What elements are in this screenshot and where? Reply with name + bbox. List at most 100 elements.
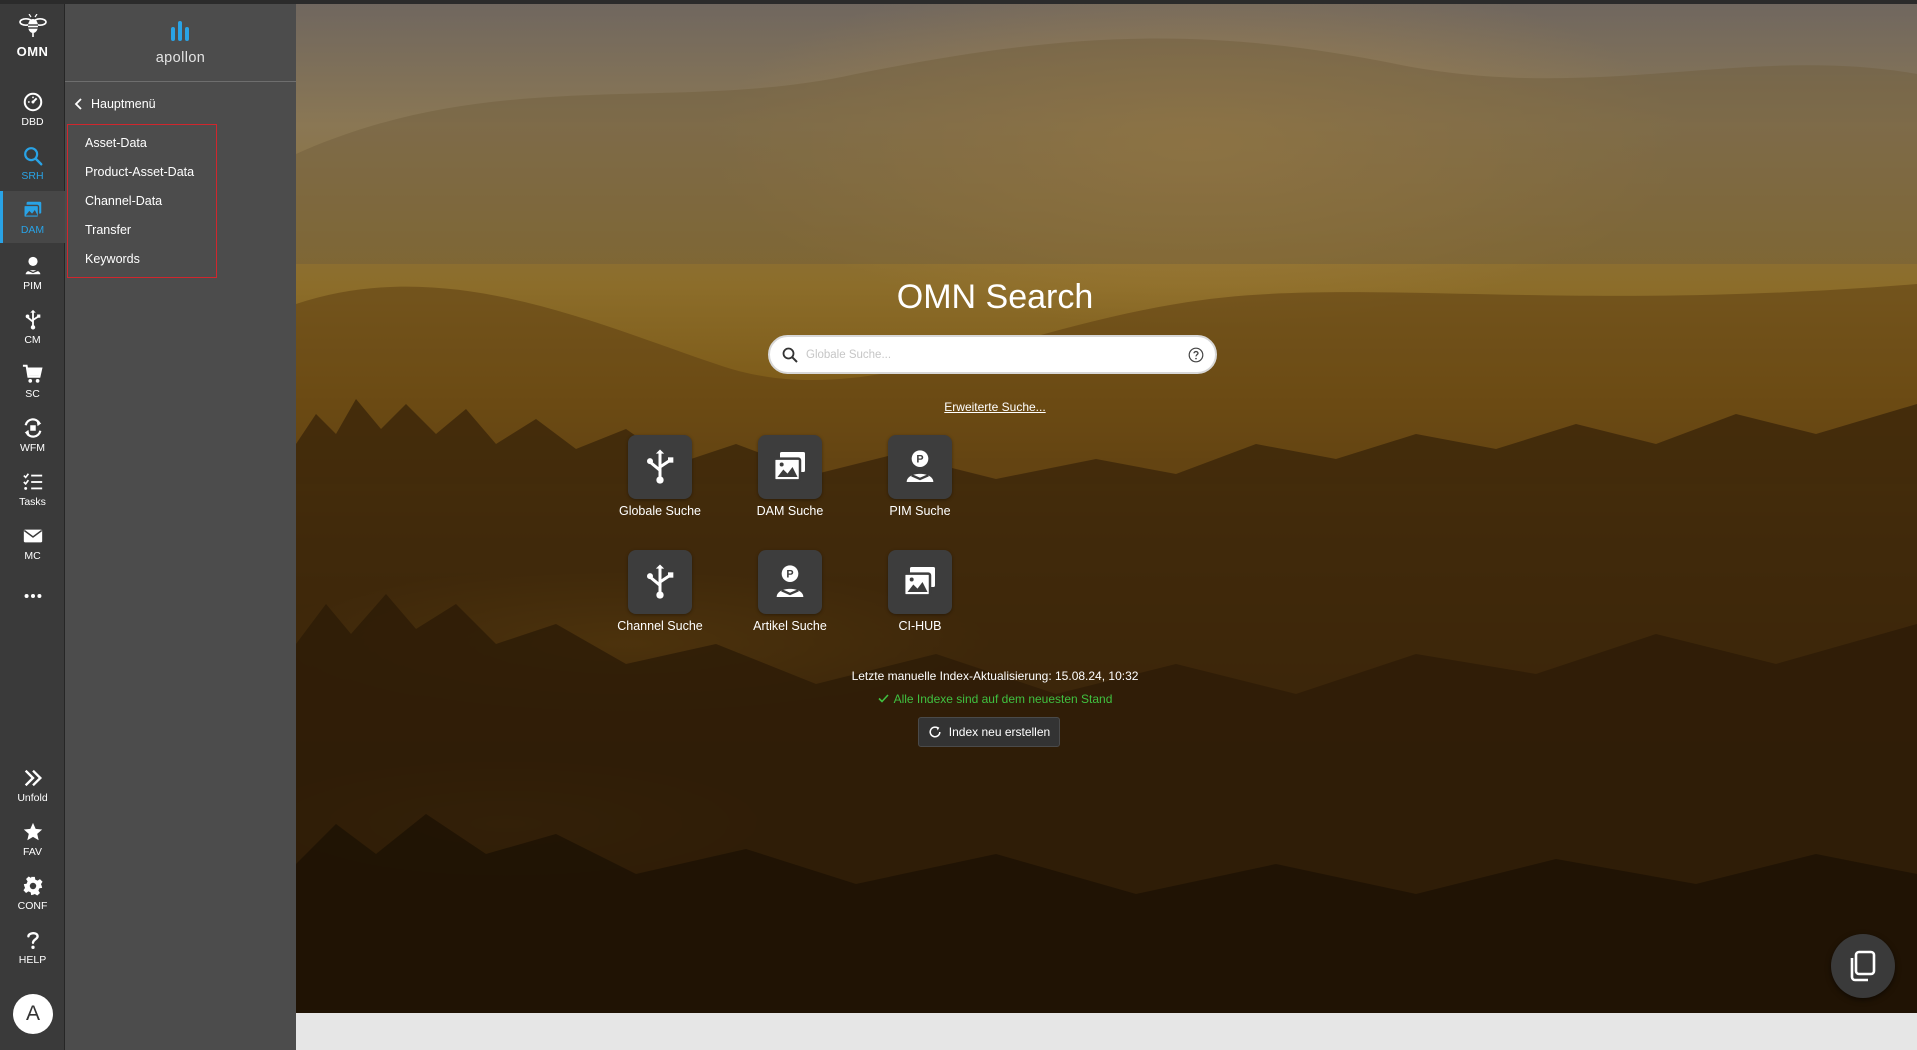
tile-label: Channel Suche (617, 619, 703, 633)
help-circle-icon[interactable] (1188, 347, 1204, 363)
copy-icon (1850, 950, 1876, 982)
rail-label: HELP (18, 953, 47, 966)
rail-item-mc[interactable]: MC (0, 517, 65, 569)
pim-icon: P (776, 565, 804, 597)
cart-icon (22, 364, 43, 383)
svg-text:P: P (786, 569, 793, 581)
tile-label: PIM Suche (889, 504, 951, 518)
tile-button[interactable] (758, 435, 822, 499)
rail-label: CONF (17, 899, 48, 912)
tile-button[interactable]: P (758, 550, 822, 614)
icon-rail: OMN DBD SRH DAM PIM CM SC WFM Tasks MC U… (0, 0, 65, 1050)
footer-strip (296, 1013, 1917, 1050)
rail-label: DBD (21, 115, 44, 128)
mail-icon (23, 529, 42, 542)
index-last-update: Letzte manuelle Index-Aktualisierung: 15… (851, 669, 1139, 683)
svg-text:P: P (916, 454, 923, 466)
back-label: Hauptmenü (91, 97, 156, 111)
rebuild-index-button[interactable]: Index neu erstellen (918, 717, 1060, 747)
pim-icon: P (906, 450, 934, 482)
dashboard-icon (23, 92, 42, 111)
tile-label: Globale Suche (618, 504, 701, 518)
global-search-box (768, 335, 1217, 374)
dam-images-icon (22, 201, 41, 218)
chevron-left-icon (74, 98, 82, 110)
rail-label: SRH (21, 169, 44, 182)
forest-background (296, 38, 1917, 1013)
rail-item-cm[interactable]: CM (0, 301, 65, 353)
tile-pim-suche[interactable]: P PIM Suche (870, 435, 970, 518)
search-icon (782, 347, 798, 363)
submenu-item-product-asset-data[interactable]: Product-Asset-Data (85, 161, 194, 183)
rail-item-dam[interactable]: DAM (0, 191, 65, 243)
tile-label: Artikel Suche (753, 619, 827, 633)
rail-label: Tasks (19, 495, 46, 508)
rail-item-help[interactable]: HELP (0, 921, 65, 973)
rail-item-tasks[interactable]: Tasks (0, 463, 65, 515)
dam-images-icon (772, 452, 805, 482)
rail-item-sc[interactable]: SC (0, 355, 65, 407)
submenu-item-keywords[interactable]: Keywords (85, 248, 140, 270)
channel-icon (25, 309, 40, 330)
pim-icon (25, 256, 40, 274)
tile-ci-hub[interactable]: CI-HUB (870, 550, 970, 633)
brand-name: apollon (155, 50, 206, 66)
logo-text: OMN (16, 44, 49, 59)
rail-label: SC (25, 387, 40, 400)
rail-item-wfm[interactable]: WFM (0, 409, 65, 461)
search-icon (23, 146, 42, 165)
omn-logo[interactable]: OMN (0, 14, 65, 59)
tile-dam-suche[interactable]: DAM Suche (740, 435, 840, 518)
tile-button[interactable] (628, 550, 692, 614)
tile-button[interactable] (888, 550, 952, 614)
apollon-logo-icon (171, 21, 189, 41)
ellipsis-icon (24, 593, 41, 599)
user-avatar[interactable]: A (13, 994, 53, 1034)
rail-item-unfold[interactable]: Unfold (0, 759, 65, 811)
tile-button[interactable]: P (888, 435, 952, 499)
back-to-main-menu[interactable]: Hauptmenü (73, 94, 156, 114)
tile-channel-suche[interactable]: Channel Suche (610, 550, 710, 633)
check-icon (878, 692, 889, 706)
bee-logo-icon (18, 14, 47, 37)
submenu-item-channel-data[interactable]: Channel-Data (85, 190, 162, 212)
rail-item-conf[interactable]: CONF (0, 867, 65, 919)
star-icon (23, 822, 42, 840)
dam-images-icon (902, 567, 935, 597)
rail-label: Unfold (17, 791, 48, 804)
copy-button[interactable] (1831, 934, 1895, 998)
global-search-input[interactable] (798, 348, 1188, 361)
rail-label: FAV (22, 845, 43, 858)
page-title: OMN Search (896, 278, 1094, 316)
channel-icon (647, 449, 674, 484)
rail-label: MC (24, 549, 41, 562)
question-icon (26, 931, 39, 949)
rail-label: WFM (19, 441, 46, 454)
tile-label: DAM Suche (756, 504, 824, 518)
tile-label: CI-HUB (898, 619, 942, 633)
top-border (0, 0, 1917, 4)
submenu-item-transfer[interactable]: Transfer (85, 219, 131, 241)
search-hero: OMN Search Erweiterte Suche... Globale S… (296, 4, 1917, 1013)
rail-item-fav[interactable]: FAV (0, 813, 65, 865)
sub-navigation: apollon Hauptmenü Asset-Data Product-Ass… (65, 0, 296, 1050)
brand-header: apollon (65, 0, 296, 82)
tile-button[interactable] (628, 435, 692, 499)
double-chevron-right-icon (24, 769, 42, 786)
rail-item-pim[interactable]: PIM (0, 247, 65, 299)
rail-item-srh[interactable]: SRH (0, 137, 65, 189)
channel-icon (647, 564, 674, 599)
more-button[interactable] (0, 570, 65, 622)
tasks-icon (22, 472, 42, 490)
index-status: Alle Indexe sind auf dem neuesten Stand (296, 692, 1694, 706)
index-status-text: Alle Indexe sind auf dem neuesten Stand (893, 692, 1113, 706)
advanced-search-link[interactable]: Erweiterte Suche... (296, 400, 1694, 414)
rail-label: CM (24, 333, 41, 346)
workflow-icon (24, 417, 41, 438)
tile-globale-suche[interactable]: Globale Suche (610, 435, 710, 518)
submenu-item-asset-data[interactable]: Asset-Data (85, 132, 147, 154)
refresh-icon (929, 726, 941, 738)
gear-icon (22, 875, 43, 896)
rail-item-dbd[interactable]: DBD (0, 83, 65, 135)
tile-artikel-suche[interactable]: P Artikel Suche (740, 550, 840, 633)
